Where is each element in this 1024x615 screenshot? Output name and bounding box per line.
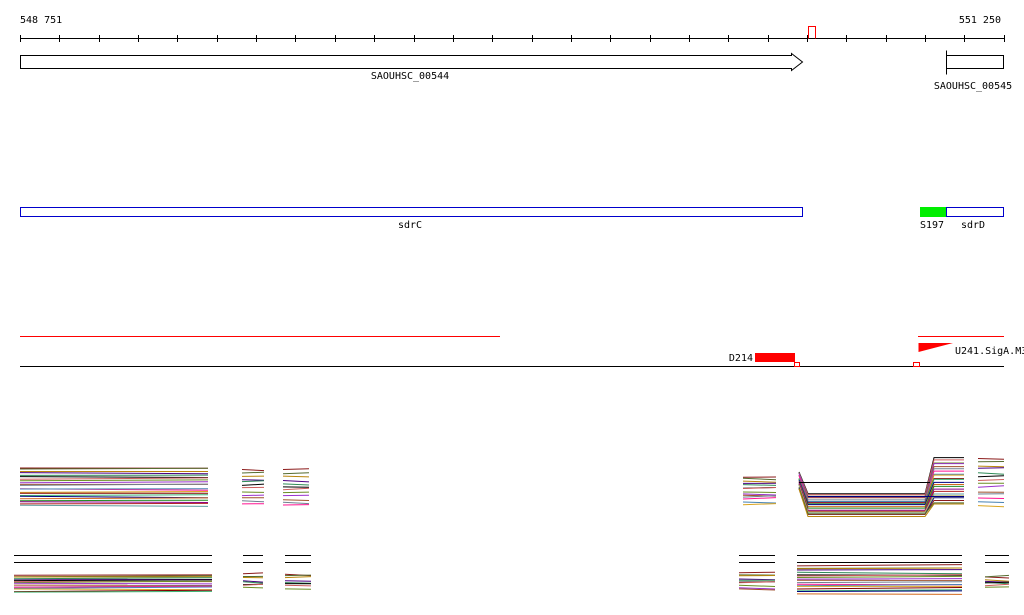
expression-profile-line xyxy=(20,505,208,506)
feature-box-sdrd[interactable] xyxy=(947,208,1004,217)
position-marker xyxy=(809,27,816,39)
transcript-track: D214 U241.SigA.M3 xyxy=(20,337,1024,367)
expression-profile-line xyxy=(978,486,1004,488)
expression-profile-line xyxy=(985,582,1009,583)
expression-profile-line xyxy=(242,470,264,471)
coordinate-ruler: 548 751 551 250 xyxy=(20,15,1005,42)
transcript-flag-u241[interactable] xyxy=(919,343,954,366)
gene-track: SAOUHSC_00544 SAOUHSC_00545 xyxy=(21,51,1013,93)
expression-profile-line xyxy=(743,481,776,482)
expression-profile-line xyxy=(743,498,776,499)
expression-profile-line xyxy=(283,502,309,503)
ruler-end-label: 551 250 xyxy=(959,15,1001,26)
feature-box-sdrc[interactable] xyxy=(21,208,803,217)
expression-profile-line xyxy=(20,495,208,496)
transcript-label-d214: D214 xyxy=(729,353,753,364)
expression-profile-line xyxy=(743,485,776,486)
expression-profile-line xyxy=(242,481,264,482)
gene-box-saouhsc-00545[interactable] xyxy=(947,56,1004,69)
ruler-start-label: 548 751 xyxy=(20,15,62,26)
expression-profile-line xyxy=(20,473,208,474)
transcript-tss-u241 xyxy=(914,363,920,367)
expression-profile-line xyxy=(978,480,1004,481)
feature-track: sdrC S197 sdrD xyxy=(21,207,1004,231)
expression-profile-line xyxy=(797,572,962,573)
expression-profile-line xyxy=(743,492,776,493)
expression-profile-line xyxy=(20,492,208,493)
transcript-block-d214[interactable] xyxy=(755,353,795,362)
expression-profile-line xyxy=(743,504,776,505)
expression-profile-line xyxy=(20,503,208,504)
expression-profile-line xyxy=(797,594,962,595)
expression-profile-line xyxy=(739,579,775,580)
feature-marker-s197[interactable] xyxy=(920,207,946,217)
expression-profile-line xyxy=(283,492,309,493)
genome-browser-view: 548 751 551 250 SAOUHSC_00544 SAOUHSC_00… xyxy=(0,0,1024,611)
expression-profile-line xyxy=(283,476,309,477)
expression-profile-line xyxy=(20,482,208,483)
expression-profile-line xyxy=(242,501,264,502)
expression-profile-line xyxy=(20,498,208,499)
expression-profile-line xyxy=(20,477,208,478)
expression-profile-line xyxy=(242,484,264,485)
gene-label-saouhsc-00545: SAOUHSC_00545 xyxy=(934,81,1012,92)
expression-profile-line xyxy=(20,500,208,501)
feature-label-sdrd: sdrD xyxy=(961,220,985,231)
expression-profile-line xyxy=(243,587,263,588)
feature-label-sdrc: sdrC xyxy=(398,220,422,231)
expression-profile-line xyxy=(20,502,208,503)
expression-profile-line xyxy=(283,484,309,485)
expression-profile-line xyxy=(20,478,208,479)
expression-profile-line xyxy=(14,580,212,581)
genome-track-canvas: 548 751 551 250 SAOUHSC_00544 SAOUHSC_00… xyxy=(0,0,1024,611)
expression-profile-line xyxy=(243,573,263,574)
expression-profile-line xyxy=(743,478,776,479)
expression-profile-line xyxy=(985,584,1009,585)
expression-profile-line xyxy=(242,495,264,496)
feature-label-s197: S197 xyxy=(920,220,944,231)
expression-profile-line xyxy=(285,585,311,586)
expression-profile-line xyxy=(283,500,309,501)
expression-profile-line xyxy=(285,575,311,576)
expression-profile-line xyxy=(797,579,962,580)
expression-profile-track-upper xyxy=(20,458,1004,517)
expression-profile-line xyxy=(978,466,1004,467)
expression-profile-line xyxy=(283,481,309,482)
expression-profile-line xyxy=(285,583,311,584)
expression-profile-line xyxy=(797,588,962,590)
expression-profile-line xyxy=(283,488,309,489)
expression-profile-line xyxy=(242,472,264,473)
expression-profile-line xyxy=(743,502,776,503)
expression-profile-line xyxy=(985,575,1009,577)
expression-profile-line xyxy=(20,468,208,469)
expression-profile-line xyxy=(14,578,212,579)
expression-profile-line xyxy=(739,572,775,573)
expression-profile-line xyxy=(978,498,1004,499)
expression-profile-line xyxy=(20,480,208,481)
expression-profile-track-lower xyxy=(14,556,1009,595)
expression-profile-line xyxy=(978,459,1004,460)
expression-profile-line xyxy=(978,506,1004,507)
gene-arrow-saouhsc-00544[interactable] xyxy=(21,54,803,71)
expression-profile-line xyxy=(285,577,311,578)
expression-profile-line xyxy=(797,565,962,566)
expression-profile-line xyxy=(978,473,1004,475)
expression-profile-line xyxy=(14,583,212,584)
expression-profile-line xyxy=(14,589,212,590)
transcript-label-u241: U241.SigA.M3 xyxy=(955,346,1024,357)
expression-profile-line xyxy=(797,576,962,577)
expression-profile-line xyxy=(14,591,212,592)
expression-profile-line xyxy=(283,469,309,470)
expression-profile-line xyxy=(283,473,309,474)
gene-label-saouhsc-00544: SAOUHSC_00544 xyxy=(371,71,449,82)
expression-profile-line xyxy=(743,496,776,497)
expression-profile-line xyxy=(797,582,962,583)
expression-profile-line xyxy=(797,591,962,592)
expression-profile-line xyxy=(739,585,775,586)
expression-profile-line xyxy=(978,502,1004,503)
transcript-tss-d214 xyxy=(795,363,800,367)
expression-profile-line xyxy=(978,476,1004,477)
